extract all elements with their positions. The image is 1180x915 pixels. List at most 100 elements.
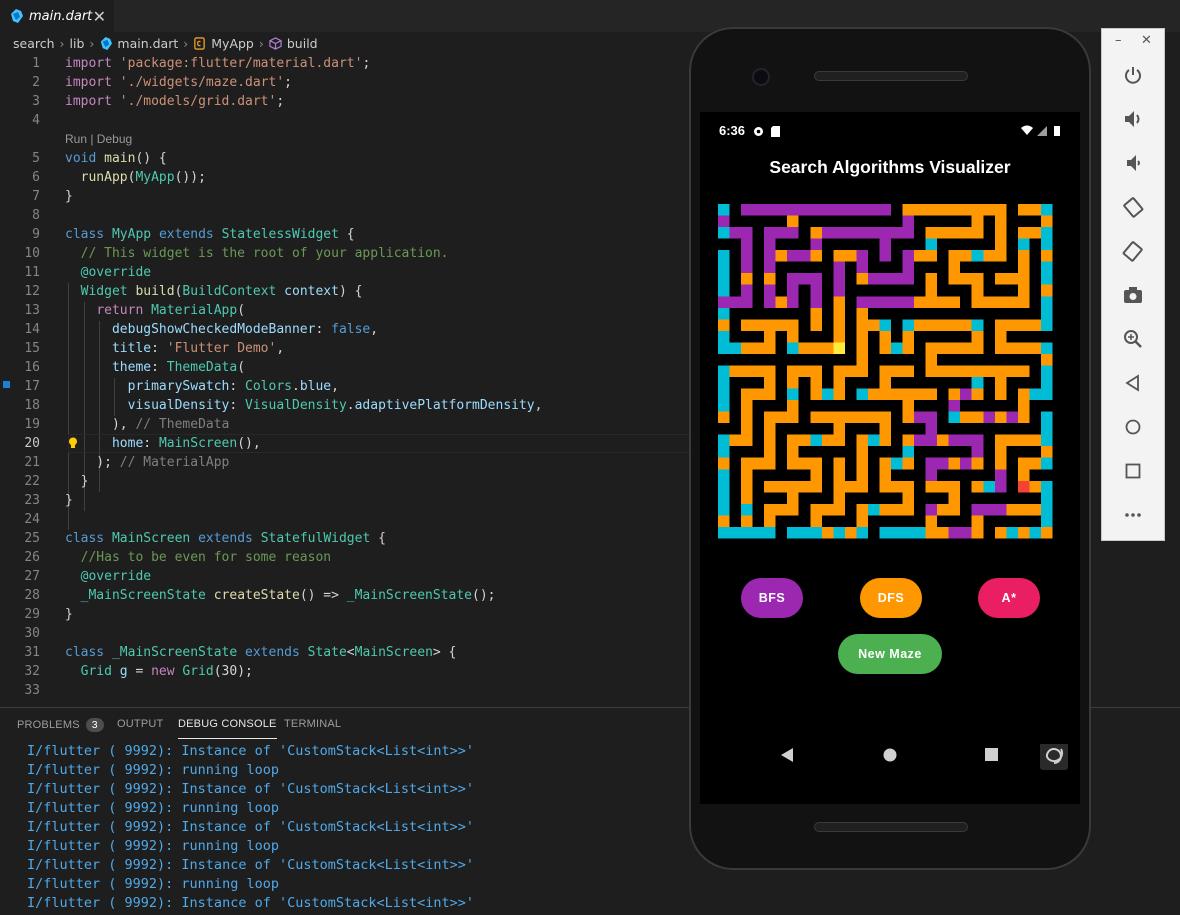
maze-cell [741,457,753,470]
code-line: 29} [0,605,690,624]
lightbulb-icon[interactable] [68,437,78,449]
tab-output[interactable]: OUTPUT [117,718,163,730]
speaker-top [814,71,968,81]
maze-cell [948,526,961,539]
overview-icon[interactable] [1122,460,1144,482]
maze-cell [1040,377,1053,389]
maze-cell [775,296,788,308]
dfs-button[interactable]: DFS [860,578,922,618]
volume-down-icon[interactable] [1122,152,1144,174]
maze-cell [971,319,984,331]
back-icon[interactable] [781,748,793,762]
power-icon[interactable] [1122,64,1144,86]
breadcrumb-item-class[interactable]: MyApp [211,36,254,51]
tab-terminal[interactable]: TERMINAL [284,718,341,730]
maze-cell [1017,250,1030,262]
maze-cell [810,457,822,470]
breadcrumb-item-file[interactable]: main.dart [117,36,178,51]
maze-cell [1029,434,1041,447]
maze-cell [971,330,984,343]
new-maze-button[interactable]: New Maze [838,634,942,674]
line-number: 18 [24,398,40,413]
code-line: 25 class MainScreen extends StatefulWidge… [0,529,690,548]
maze-cell [994,365,1007,377]
maze-cell [752,319,765,331]
maze-cell [787,296,799,308]
maze-cell [718,307,730,320]
maze-cell [1017,342,1030,354]
tab-main-dart[interactable]: main.dart ✕ [0,0,114,32]
maze-cell [902,215,915,228]
volume-up-icon[interactable] [1122,108,1144,130]
rotate-icon[interactable] [1040,744,1068,770]
code-text: import './widgets/maze.dart'; [65,75,292,90]
line-number: 25 [24,531,40,546]
breadcrumb-item-method[interactable]: build [287,36,318,51]
bfs-button[interactable]: BFS [741,578,803,618]
breadcrumb-item-lib[interactable]: lib [70,36,85,51]
maze-cell [856,342,868,354]
maze-cell [879,480,891,493]
maze-cell [948,365,961,377]
code-editor[interactable]: 1 import 'package:flutter/material.dart';… [0,54,690,706]
line-number: 29 [24,607,40,622]
line-number: 30 [24,626,40,641]
maze-cell [718,480,730,493]
maze-cell [879,365,891,377]
maze-cell [856,319,868,331]
tab-problems[interactable]: PROBLEMS 3 [17,718,104,732]
dart-file-icon [11,9,23,23]
maze-cell [1006,319,1018,331]
back-icon[interactable] [1122,372,1144,394]
maze-cell [948,250,961,262]
code-line: 1 import 'package:flutter/material.dart'; [0,54,690,73]
maze-cell [1029,319,1041,331]
tab-debug-console[interactable]: DEBUG CONSOLE [178,718,277,739]
maze-cell [821,342,834,354]
tab-label: main.dart [29,8,93,24]
maze-cell [741,204,753,216]
chevron-right-icon: › [258,35,264,51]
maze-cell [983,296,995,308]
close-icon[interactable]: ✕ [93,7,106,26]
maze-cell [1017,400,1030,412]
maze-cell [1040,353,1053,366]
close-icon[interactable]: ✕ [1141,33,1152,48]
maze-cell [937,526,949,539]
maze-cell [764,388,776,401]
maze-cell [983,365,995,377]
maze-cell [891,526,903,539]
recents-icon[interactable] [985,748,998,761]
minimize-icon[interactable]: – [1115,33,1122,48]
rotate-left-icon[interactable] [1122,196,1144,218]
home-icon[interactable] [1122,416,1144,438]
home-icon[interactable] [883,748,897,762]
maze-cell [798,457,811,470]
code-text: _MainScreenState createState() => _MainS… [80,588,496,603]
emulator-toolbar: – ✕ [1101,28,1165,541]
camera-icon[interactable] [1122,284,1144,306]
maze-cell [1017,526,1030,539]
maze-cell [1017,296,1030,308]
maze-cell [810,284,822,297]
zoom-icon[interactable] [1122,328,1144,350]
maze-cell [741,238,753,251]
code-text: primarySwatch: Colors.blue, [127,379,339,394]
more-icon[interactable] [1122,504,1144,526]
maze-cell [867,296,880,308]
breadcrumb-item-search[interactable]: search [13,36,55,51]
rotate-right-icon[interactable] [1122,240,1144,262]
maze-cell [856,503,868,516]
wifi-icon [1021,125,1033,135]
maze-cell [1040,319,1053,331]
maze-cell [879,503,891,516]
maze-cell [1040,307,1053,320]
astar-button[interactable]: A* [978,578,1040,618]
maze-cell [925,515,938,527]
code-text: return MaterialApp( [96,303,246,318]
maze-cell [718,469,730,481]
maze-cell [798,526,811,539]
code-text: class _MainScreenState extends State<Mai… [65,645,457,660]
line-number: 21 [24,455,40,470]
maze-cell [775,227,788,239]
